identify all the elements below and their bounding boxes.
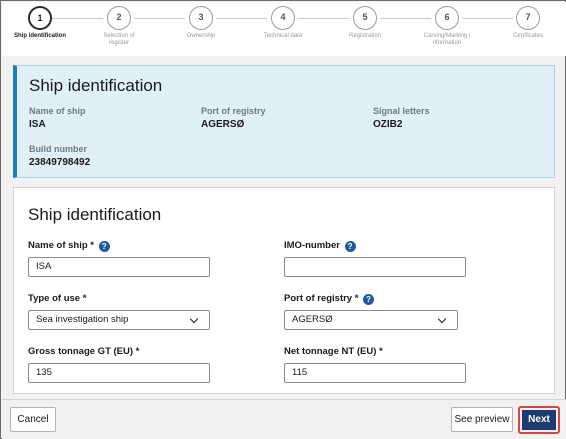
port-of-registry-field: Port of registry * ? AGERSØ (284, 292, 458, 330)
step-label: Carving/Marking information (423, 33, 471, 46)
port-of-registry-value: AGERSØ (292, 314, 333, 325)
step-technical-data[interactable]: 4 Technical data (247, 6, 319, 40)
imo-number-label: IMO-number (284, 240, 340, 251)
step-certificates[interactable]: 7 Certificates (492, 6, 564, 40)
gross-tonnage-label: Gross tonnage GT (EU) * (28, 346, 140, 357)
summary-title: Ship identification (29, 76, 163, 95)
step-number: 5 (353, 6, 377, 30)
summary-signal-letters: Signal letters OZIB2 (373, 106, 430, 130)
step-ship-identification[interactable]: 1 Ship identification (4, 6, 76, 40)
step-number: 1 (28, 6, 52, 30)
net-tonnage-field: Net tonnage NT (EU) * 115 (284, 345, 466, 383)
port-of-registry-label: Port of registry * (284, 293, 359, 304)
summary-port-value: AGERSØ (201, 119, 245, 130)
step-number: 7 (516, 6, 540, 30)
imo-number-input[interactable] (284, 257, 466, 277)
help-icon[interactable]: ? (363, 294, 375, 305)
next-button[interactable]: Next (522, 410, 556, 430)
help-icon[interactable]: ? (98, 241, 110, 252)
name-of-ship-label: Name of ship * (28, 240, 94, 251)
summary-signal-value: OZIB2 (373, 119, 403, 130)
summary-name-value: ISA (29, 119, 46, 130)
step-number: 2 (107, 6, 131, 30)
summary-build-number: Build number 23849798492 (29, 144, 90, 168)
chevron-down-icon (437, 314, 447, 324)
type-of-use-select[interactable]: Sea investigation ship (28, 310, 210, 330)
chevron-down-icon (189, 314, 199, 324)
type-of-use-label: Type of use * (28, 293, 87, 304)
step-number: 4 (271, 6, 295, 30)
step-ownership[interactable]: 3 Ownership (165, 6, 237, 40)
net-tonnage-label: Net tonnage NT (EU) * (284, 346, 383, 357)
step-label: Technical data (263, 33, 303, 39)
imo-number-field: IMO-number ? (284, 239, 466, 277)
gross-tonnage-input[interactable]: 135 (28, 363, 210, 383)
gross-tonnage-field: Gross tonnage GT (EU) * 135 (28, 345, 210, 383)
summary-name-label: Name of ship (29, 106, 86, 116)
ship-identification-form: Ship identification Name of ship * ? ISA… (13, 187, 555, 394)
summary-build-value: 23849798492 (29, 157, 91, 168)
name-of-ship-input[interactable]: ISA (28, 257, 210, 277)
net-tonnage-input[interactable]: 115 (284, 363, 466, 383)
summary-name-of-ship: Name of ship ISA (29, 106, 86, 130)
see-preview-button[interactable]: See preview (451, 407, 513, 432)
progress-stepper: 1 Ship identification 2 Selection of reg… (2, 2, 566, 56)
port-of-registry-select[interactable]: AGERSØ (284, 310, 458, 330)
step-number: 6 (435, 6, 459, 30)
ship-summary-panel: Ship identification Name of ship ISA Por… (13, 65, 555, 178)
summary-build-label: Build number (29, 144, 87, 154)
step-selection-of-register[interactable]: 2 Selection of register (83, 6, 155, 47)
step-label: Registration (348, 33, 381, 39)
step-label: Ship identification (14, 33, 66, 39)
step-label: Ownership (186, 33, 216, 39)
type-of-use-value: Sea investigation ship (36, 314, 129, 325)
app-frame: 1 Ship identification 2 Selection of reg… (0, 0, 566, 439)
type-of-use-field: Type of use * Sea investigation ship (28, 292, 210, 330)
form-title: Ship identification (28, 205, 162, 224)
step-label: Certificates (512, 33, 543, 39)
footer-bar: Cancel See preview Next (2, 399, 566, 439)
name-of-ship-field: Name of ship * ? ISA (28, 239, 210, 277)
step-label: Selection of register (103, 33, 135, 46)
summary-port-of-registry: Port of registry AGERSØ (201, 106, 266, 130)
help-icon[interactable]: ? (344, 241, 356, 252)
summary-port-label: Port of registry (201, 106, 266, 116)
summary-signal-label: Signal letters (373, 106, 430, 116)
step-registration[interactable]: 5 Registration (329, 6, 401, 40)
next-button-highlight: Next (518, 406, 560, 434)
step-number: 3 (189, 6, 213, 30)
step-carving-marking-information[interactable]: 6 Carving/Marking information (411, 6, 483, 47)
cancel-button[interactable]: Cancel (10, 407, 56, 432)
